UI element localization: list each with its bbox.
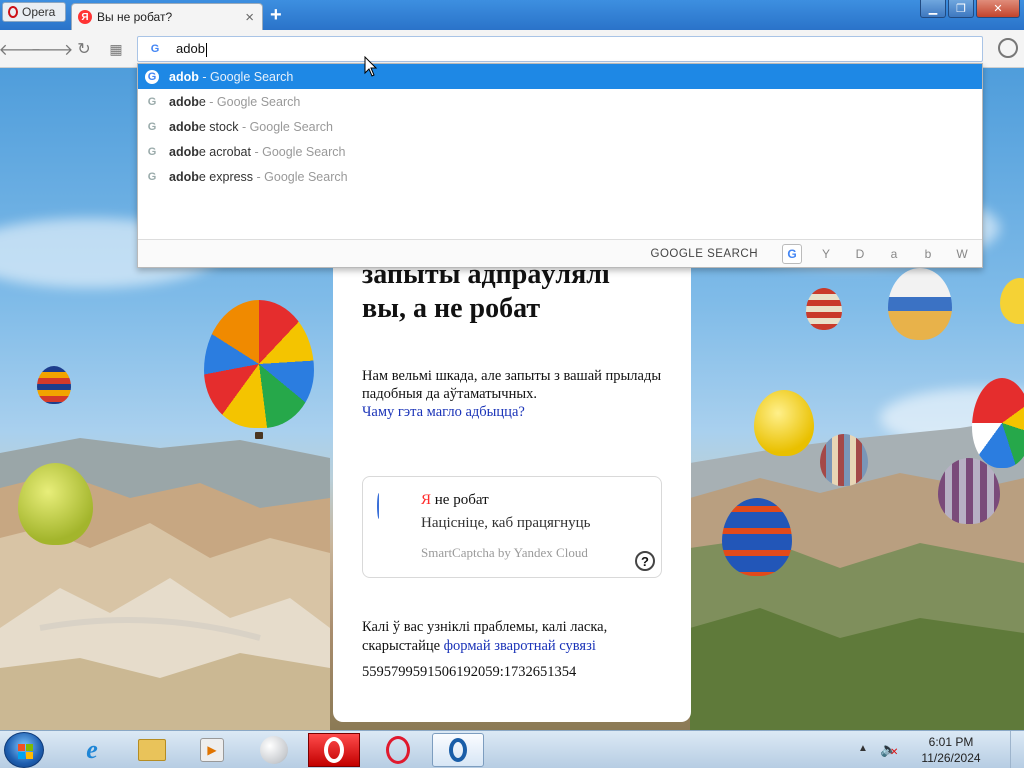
google-icon: G <box>147 170 157 183</box>
media-player-icon[interactable]: ▶ <box>186 733 238 767</box>
google-search-engine-icon: G <box>150 43 160 55</box>
suggestion-item[interactable]: G adobe stock - Google Search <box>138 114 982 139</box>
balloon <box>806 288 842 330</box>
balloon <box>938 458 1000 524</box>
suggestion-item[interactable]: G adob - Google Search <box>138 64 982 89</box>
reload-button[interactable]: ↻ <box>74 39 94 59</box>
tab-title: Вы не робат? <box>97 10 173 24</box>
amazon-engine-icon[interactable]: a <box>884 244 904 264</box>
google-icon: G <box>145 69 159 84</box>
why-link[interactable]: Чаму гэта магло адбыцца? <box>362 404 525 420</box>
tab-active[interactable]: Я Вы не робат? × <box>71 3 263 30</box>
tab-close-icon[interactable]: × <box>245 9 254 26</box>
maximize-button[interactable]: ❐ <box>948 0 974 18</box>
new-tab-button[interactable]: + <box>270 4 282 27</box>
mouse-cursor-icon <box>364 56 378 77</box>
opera-menu-label: Opera <box>22 5 56 19</box>
yandex-favicon-icon: Я <box>78 10 92 24</box>
opera-blue-taskbar-icon[interactable] <box>432 733 484 767</box>
start-button[interactable] <box>4 732 44 768</box>
google-icon: G <box>147 95 157 108</box>
feedback-form-link[interactable]: формай зваротнай сувязі <box>444 638 596 654</box>
address-input[interactable]: adob <box>176 41 207 57</box>
tray-overflow-icon[interactable]: ▲ <box>858 743 868 754</box>
suggestion-item[interactable]: G adobe acrobat - Google Search <box>138 139 982 164</box>
system-tray: ▲ 🔈 ✕ 6:01 PM 11/26/2024 <box>854 731 1024 768</box>
balloon <box>754 390 814 456</box>
search-engine-bar: GOOGLE SEARCH G Y D a b W <box>138 239 982 267</box>
opera-taskbar-icon[interactable] <box>372 733 424 767</box>
minimize-button[interactable]: ▁ <box>920 0 946 18</box>
balloon <box>888 268 952 340</box>
app-sphere-icon[interactable] <box>248 733 300 767</box>
balloon <box>37 366 71 404</box>
help-icon[interactable]: ? <box>635 551 655 571</box>
opera-red-taskbar-icon[interactable] <box>308 733 360 767</box>
google-icon: G <box>147 120 157 133</box>
clock[interactable]: 6:01 PM 11/26/2024 <box>916 734 986 766</box>
google-icon: G <box>147 145 157 158</box>
google-engine-icon[interactable]: G <box>782 243 802 264</box>
address-bar[interactable]: G adob <box>137 36 983 62</box>
duckduckgo-engine-icon[interactable]: D <box>850 244 870 264</box>
taskbar: e ▶ ▲ 🔈 ✕ 6:01 PM 11/26/2024 <box>0 730 1024 768</box>
opera-logo-icon <box>8 6 18 18</box>
yahoo-engine-icon[interactable]: Y <box>816 244 836 264</box>
windows-explorer-icon[interactable] <box>126 733 178 767</box>
show-desktop-button[interactable] <box>1010 731 1024 768</box>
clock-date: 11/26/2024 <box>921 751 981 765</box>
engine-label: GOOGLE SEARCH <box>650 247 758 260</box>
balloon <box>18 463 93 545</box>
back-button[interactable]: 🡐 <box>0 39 41 59</box>
suggestion-item[interactable]: G adobe - Google Search <box>138 89 982 114</box>
speed-dial-icon[interactable]: ▦ <box>106 39 126 59</box>
account-icon[interactable] <box>998 38 1018 58</box>
captcha-subtitle: Націсніце, каб працягнуць <box>421 515 591 531</box>
opera-menu-button[interactable]: Opera <box>2 2 66 22</box>
balloon <box>820 434 868 486</box>
captcha-title: Я не робат <box>421 492 489 508</box>
internet-explorer-icon[interactable]: e <box>66 733 118 767</box>
mute-x-icon: ✕ <box>890 747 899 758</box>
request-id: 5595799591506192059:1732651354 <box>362 664 577 680</box>
captcha-checkbox[interactable] <box>377 493 381 519</box>
title-bar: Opera Я Вы не робат? × + ▁ ❐ ✕ <box>0 0 1024 30</box>
smart-captcha-widget[interactable]: Я не робат Націсніце, каб працягнуць Sma… <box>362 476 662 578</box>
balloon <box>972 378 1024 468</box>
captcha-card: запыты адпраўлялі вы, а не робат Нам вел… <box>333 240 691 722</box>
address-suggestions-dropdown: G adob - Google Search G adobe - Google … <box>137 63 983 268</box>
captcha-brand: SmartCaptcha by Yandex Cloud <box>421 545 588 560</box>
forward-button[interactable]: 🡒 <box>31 39 74 59</box>
wikipedia-engine-icon[interactable]: W <box>952 244 972 264</box>
problem-text: Калі ў вас узніклі праблемы, калі ласка,… <box>362 619 608 654</box>
balloon <box>722 498 792 576</box>
explanation-text: Нам вельмі шкада, але запыты з вашай пры… <box>362 368 662 420</box>
clock-time: 6:01 PM <box>928 735 974 749</box>
bing-engine-icon[interactable]: b <box>918 244 938 264</box>
balloon <box>204 300 314 428</box>
page-title: запыты адпраўлялі вы, а не робат <box>362 259 610 324</box>
close-window-button[interactable]: ✕ <box>976 0 1020 18</box>
suggestion-item[interactable]: G adobe express - Google Search <box>138 164 982 189</box>
